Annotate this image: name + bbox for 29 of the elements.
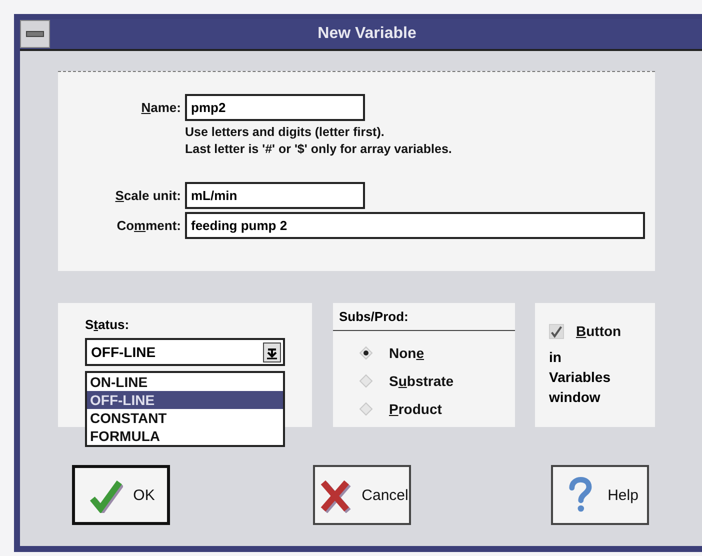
dialog-button[interactable]: Help xyxy=(551,465,649,525)
dialog-button[interactable]: OK xyxy=(72,465,170,525)
dropdown-option[interactable]: OFF-LINE xyxy=(87,391,283,409)
checkbox-label: Button xyxy=(576,323,622,339)
dropdown-option[interactable]: FORMULA xyxy=(87,427,283,445)
window-title: New Variable xyxy=(316,25,418,43)
field-label: Scale unit: xyxy=(114,188,182,203)
radio-label: None xyxy=(389,345,424,361)
text-field[interactable]: feeding pump 2 xyxy=(185,212,645,239)
checkbox-note: in Variables window xyxy=(549,348,610,407)
radio-button[interactable] xyxy=(359,402,373,416)
checkbox[interactable] xyxy=(549,324,564,338)
radio-button[interactable] xyxy=(359,374,373,388)
status-label: Status: xyxy=(85,317,130,332)
field-label: Name: xyxy=(140,100,182,115)
hint-text: Use letters and digits (letter first). xyxy=(185,124,386,141)
radio-label: Product xyxy=(389,401,442,417)
field-label: Comment: xyxy=(116,218,182,233)
status-dropdown[interactable]: OFF-LINE xyxy=(85,338,285,366)
dialog-button[interactable]: Cancel xyxy=(313,465,411,525)
system-menu-button[interactable] xyxy=(20,20,50,48)
hint-text: Last letter is '#' or '$' only for array variables. xyxy=(185,141,453,158)
group-title: Subs/Prod: xyxy=(333,303,515,331)
dropdown-option[interactable]: ON-LINE xyxy=(87,373,283,391)
text-field[interactable]: pmp2 xyxy=(185,94,365,121)
dropdown-option[interactable]: CONSTANT xyxy=(87,409,283,427)
text-field[interactable]: mL/min xyxy=(185,182,365,209)
radio-label: Substrate xyxy=(389,373,454,389)
radio-button[interactable] xyxy=(359,346,373,360)
